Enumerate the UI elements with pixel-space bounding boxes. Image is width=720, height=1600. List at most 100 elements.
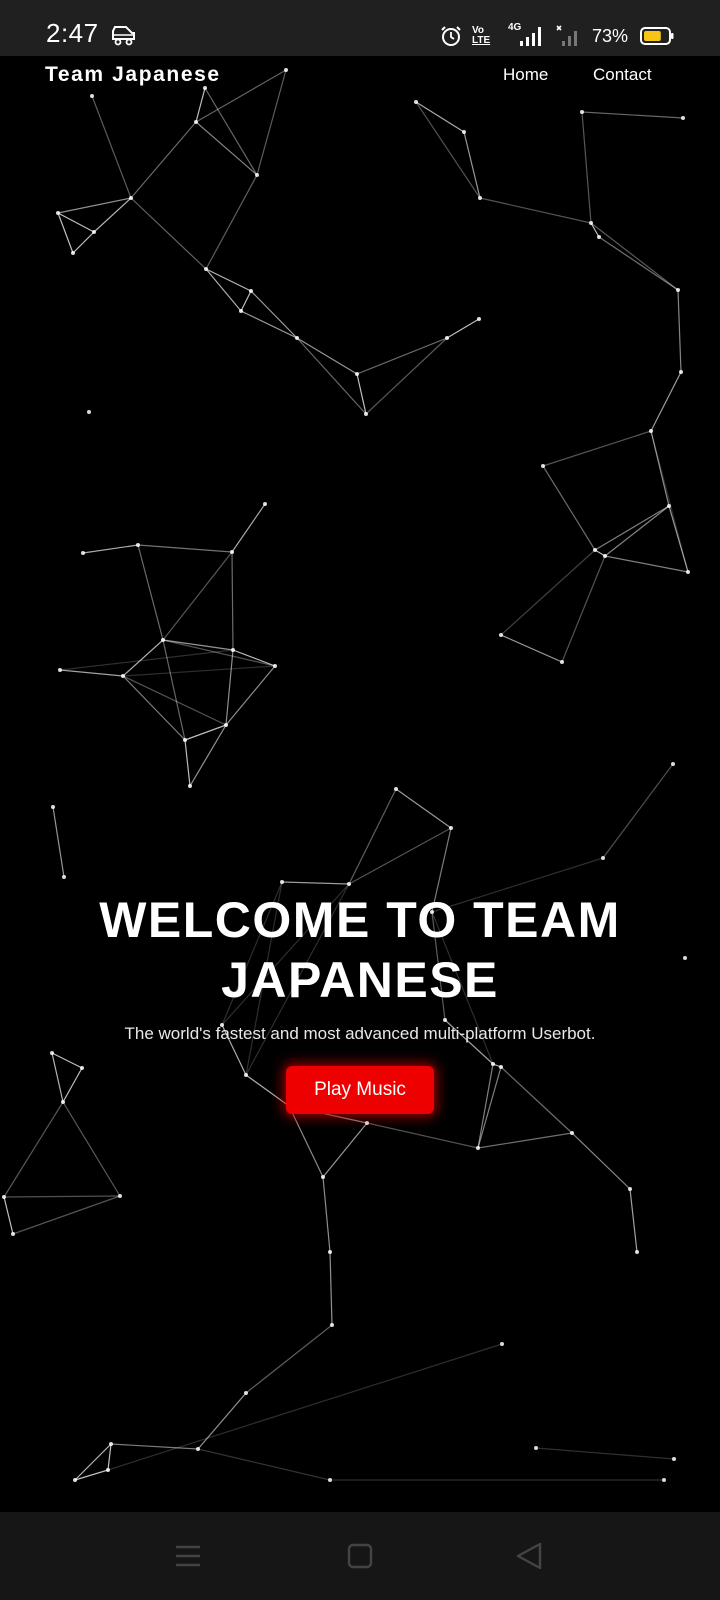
network-node — [347, 882, 351, 886]
network-link — [329, 1251, 333, 1326]
network-node — [635, 1250, 639, 1254]
network-node — [449, 826, 453, 830]
network-node — [686, 570, 690, 574]
network-link — [500, 634, 563, 663]
status-icons: Vo LTE 4G 73% — [440, 22, 674, 50]
network-node — [129, 196, 133, 200]
network-node — [593, 548, 597, 552]
network-link — [225, 665, 276, 726]
network-link — [650, 371, 682, 432]
status-bar: 2:47 Vo LTE 4G 73% — [0, 0, 720, 56]
network-node — [92, 230, 96, 234]
network-link — [446, 318, 480, 339]
network-node — [570, 1131, 574, 1135]
network-link — [590, 222, 679, 291]
network-node — [106, 1468, 110, 1472]
network-link — [189, 724, 227, 787]
battery-percent: 73% — [591, 25, 628, 46]
network-node — [364, 412, 368, 416]
network-node — [601, 856, 605, 860]
brand-logo-text[interactable]: Team Japanese — [45, 63, 221, 87]
network-link — [542, 465, 596, 551]
network-link — [571, 1132, 631, 1190]
network-node — [161, 638, 165, 642]
network-link — [91, 95, 132, 199]
network-link — [590, 222, 600, 238]
alarm-icon — [441, 26, 461, 46]
incognito-vehicle-icon — [112, 26, 135, 46]
network-link — [204, 87, 258, 176]
network-link — [542, 430, 652, 467]
network-link — [137, 544, 164, 641]
network-link — [122, 639, 164, 677]
network-link — [82, 544, 139, 554]
network-node — [239, 309, 243, 313]
network-node — [196, 1447, 200, 1451]
network-node — [204, 267, 208, 271]
network-node — [87, 410, 91, 414]
network-node — [183, 738, 187, 742]
network-node — [560, 660, 564, 664]
network-node — [462, 130, 466, 134]
play-music-button[interactable]: Play Music — [286, 1066, 434, 1114]
network-link — [205, 268, 242, 312]
hero-title: WELCOME TO TEAM JAPANESE — [99, 892, 621, 1008]
nav-link-contact[interactable]: Contact — [593, 65, 652, 85]
network-node — [280, 880, 284, 884]
network-node — [62, 875, 66, 879]
network-link — [629, 1188, 638, 1253]
network-node — [58, 668, 62, 672]
network-node — [414, 100, 418, 104]
network-link — [52, 806, 65, 878]
network-node — [500, 1342, 504, 1346]
network-node — [330, 1323, 334, 1327]
network-node — [681, 116, 685, 120]
network-link — [650, 430, 689, 573]
network-link — [122, 675, 227, 726]
network-node — [662, 1478, 666, 1482]
network-link — [3, 1196, 14, 1235]
network-link — [415, 101, 481, 199]
network-node — [667, 504, 671, 508]
network-link — [12, 1195, 121, 1235]
network-link — [477, 1132, 573, 1149]
network-node — [597, 235, 601, 239]
network-node — [81, 551, 85, 555]
menu-icon[interactable] — [170, 1538, 206, 1574]
network-node — [249, 289, 253, 293]
network-node — [194, 120, 198, 124]
back-triangle-icon[interactable] — [512, 1538, 548, 1574]
network-link — [581, 111, 684, 119]
network-node — [224, 723, 228, 727]
network-node — [328, 1478, 332, 1482]
network-node — [445, 336, 449, 340]
network-link — [479, 197, 592, 224]
network-link — [205, 174, 258, 270]
network-link — [197, 1392, 247, 1450]
network-link — [205, 268, 252, 292]
network-link — [72, 231, 95, 254]
network-node — [541, 464, 545, 468]
network-node — [230, 550, 234, 554]
network-link — [296, 337, 358, 375]
network-node — [51, 805, 55, 809]
network-link — [130, 121, 197, 199]
network-link — [250, 290, 298, 339]
network-node — [355, 372, 359, 376]
network-link — [677, 289, 682, 373]
network-node — [603, 554, 607, 558]
network-link — [137, 544, 233, 553]
network-link — [348, 788, 397, 885]
network-link — [162, 639, 276, 667]
network-link — [604, 505, 670, 557]
network-link — [535, 1447, 675, 1460]
network-link — [366, 1122, 479, 1149]
top-navbar: Team Japanese Home Contact — [0, 56, 720, 96]
network-link — [57, 212, 95, 233]
signal-4g-icon: 4G — [506, 22, 546, 48]
network-node — [676, 288, 680, 292]
nav-link-home[interactable]: Home — [503, 65, 548, 85]
home-square-icon[interactable] — [342, 1538, 378, 1574]
network-node — [580, 110, 584, 114]
network-node — [2, 1195, 6, 1199]
